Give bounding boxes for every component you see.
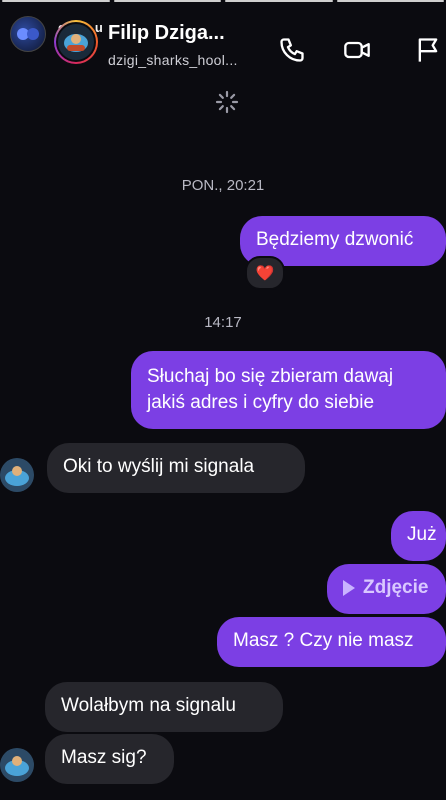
message-bubble-incoming[interactable]: Masz sig?: [45, 734, 174, 784]
message-line: Słuchaj bo się zbieram dawaj: [147, 366, 394, 387]
story-segment: [2, 0, 110, 2]
chat-header: enzo_u Filip Dziga... dzigi_sharks_hool.…: [0, 6, 446, 72]
message-timestamp: PON., 20:21: [181, 177, 265, 194]
story-segment: [225, 0, 333, 2]
story-avatar[interactable]: [10, 16, 46, 52]
story-segment: [336, 0, 444, 2]
message-bubble-outgoing[interactable]: Już: [391, 511, 446, 561]
play-icon: [343, 579, 355, 596]
message-bubble-incoming[interactable]: Oki to wyślij mi signala: [47, 443, 305, 493]
video-call-icon[interactable]: [343, 36, 371, 64]
avatar-image: [56, 22, 96, 62]
contact-avatar-small[interactable]: [0, 748, 34, 782]
contact-username[interactable]: dzigi_sharks_hool...: [108, 52, 238, 68]
message-line: jakiś adres i cyfry do siebie: [147, 392, 375, 413]
story-segment: [113, 0, 221, 2]
flag-icon[interactable]: [414, 36, 442, 64]
message-timestamp: 14:17: [204, 314, 242, 331]
contact-avatar[interactable]: [54, 20, 98, 64]
media-label: Zdjęcie: [363, 577, 429, 598]
phone-icon[interactable]: [278, 36, 306, 64]
message-bubble-outgoing[interactable]: Masz ? Czy nie masz: [217, 617, 446, 667]
story-progress-bar: [0, 0, 446, 3]
heart-reaction-icon[interactable]: ❤️: [245, 256, 285, 290]
message-bubble-outgoing[interactable]: Słuchaj bo się zbieram dawaj jakiś adres…: [131, 351, 446, 429]
message-bubble-incoming[interactable]: Wolałbym na signalu: [45, 682, 283, 732]
contact-name[interactable]: Filip Dziga...: [108, 22, 225, 45]
media-message-bubble[interactable]: Zdjęcie: [327, 564, 446, 614]
loading-spinner-icon: [215, 90, 239, 114]
contact-avatar-small[interactable]: [0, 458, 34, 492]
